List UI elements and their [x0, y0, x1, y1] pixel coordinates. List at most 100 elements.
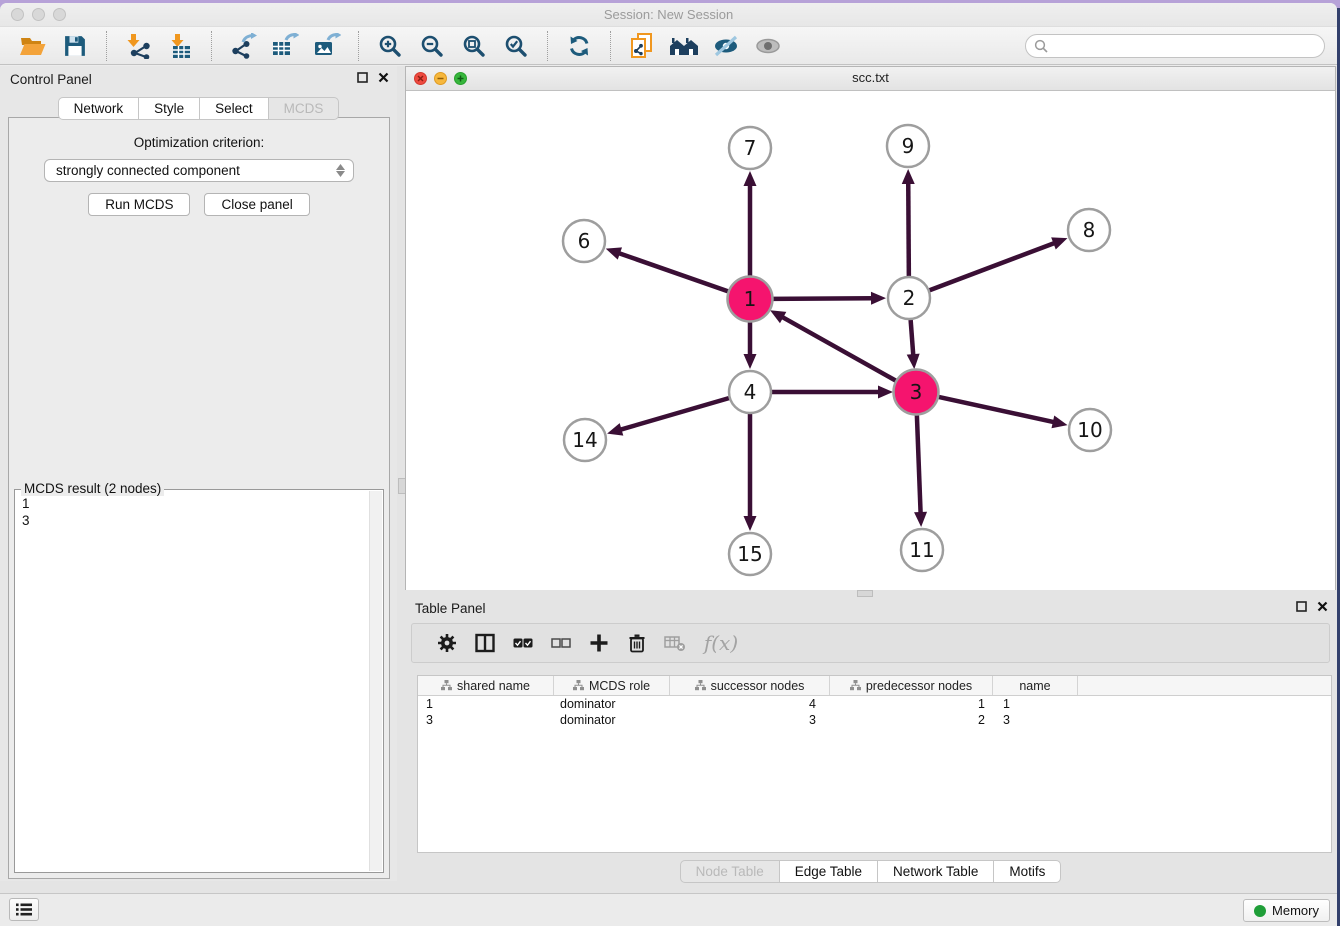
graph-edge-2-9[interactable] — [908, 182, 909, 276]
window-title: Session: New Session — [0, 3, 1337, 26]
network-close-button[interactable] — [414, 72, 427, 85]
tab-node-table[interactable]: Node Table — [680, 860, 780, 883]
import-table-button[interactable] — [159, 29, 201, 62]
graph-edge-3-1[interactable] — [781, 317, 896, 382]
tab-edge-table[interactable]: Edge Table — [779, 860, 878, 883]
columns-icon — [475, 633, 495, 653]
graph-arrowhead-1-6 — [606, 247, 622, 259]
table-toolbar: f(x) — [411, 623, 1330, 663]
control-panel-tabs: NetworkStyleSelectMCDS — [0, 97, 397, 120]
trash-icon — [627, 633, 647, 653]
control-panel-header: Control Panel — [0, 66, 397, 92]
float-table-panel-icon[interactable] — [1296, 601, 1307, 612]
memory-status-icon — [1254, 905, 1266, 917]
tab-select[interactable]: Select — [199, 97, 269, 120]
table-row[interactable]: 1dominator411 — [418, 696, 1331, 712]
minimize-window-button[interactable] — [32, 8, 45, 21]
open-session-button[interactable] — [12, 29, 54, 62]
import-network-icon — [125, 33, 151, 59]
graph-arrowhead-1-4 — [744, 354, 757, 369]
select-all-button[interactable] — [504, 627, 542, 659]
table-panel: Table Panel — [405, 595, 1336, 889]
task-history-button[interactable] — [9, 898, 39, 921]
clone-network-button[interactable] — [621, 29, 663, 62]
close-table-panel-icon[interactable] — [1317, 601, 1328, 612]
graph-arrowhead-3-11 — [914, 512, 927, 527]
mcds-result-title: MCDS result (2 nodes) — [21, 481, 164, 496]
column-header-mcds-role[interactable]: MCDS role — [554, 676, 670, 695]
float-panel-icon[interactable] — [357, 72, 368, 83]
memory-button[interactable]: Memory — [1243, 899, 1330, 922]
export-image-button[interactable] — [306, 29, 348, 62]
table-settings-button[interactable] — [428, 627, 466, 659]
graph-arrowhead-4-3 — [878, 386, 893, 399]
zoom-out-button[interactable] — [411, 29, 453, 62]
save-session-button[interactable] — [54, 29, 96, 62]
zoom-in-button[interactable] — [369, 29, 411, 62]
table-body: 1dominator4113dominator323 — [418, 696, 1331, 728]
graph-edge-1-6[interactable] — [618, 253, 729, 292]
graph-node-label-14: 14 — [572, 428, 597, 452]
network-zoom-button[interactable] — [454, 72, 467, 85]
tab-style[interactable]: Style — [138, 97, 200, 120]
graph-node-label-15: 15 — [737, 542, 762, 566]
column-type-icon — [695, 680, 706, 691]
graph-edge-3-11[interactable] — [917, 414, 921, 514]
column-header-predecessor-nodes[interactable]: predecessor nodes — [830, 676, 993, 695]
show-all-button[interactable] — [747, 29, 789, 62]
add-column-button[interactable] — [580, 627, 618, 659]
graph-edge-1-2[interactable] — [772, 298, 873, 299]
deselect-all-button[interactable] — [542, 627, 580, 659]
graph-edge-3-10[interactable] — [937, 397, 1054, 423]
delete-column-button[interactable] — [618, 627, 656, 659]
graph-arrowhead-4-14 — [607, 423, 623, 435]
control-panel: Control Panel NetworkStyleSelectMCDS Opt… — [0, 66, 397, 881]
search-input[interactable] — [1025, 34, 1325, 58]
table-cell: 1 — [993, 697, 1078, 711]
network-window-title: scc.txt — [406, 67, 1335, 89]
close-panel-button[interactable]: Close panel — [204, 193, 309, 216]
column-header-label: shared name — [457, 679, 530, 693]
tab-network-table[interactable]: Network Table — [877, 860, 994, 883]
result-scrollbar[interactable] — [369, 491, 382, 871]
zoom-window-button[interactable] — [53, 8, 66, 21]
refresh-button[interactable] — [558, 29, 600, 62]
network-minimize-button[interactable] — [434, 72, 447, 85]
column-visibility-button[interactable] — [466, 627, 504, 659]
eye-slash-icon — [713, 35, 739, 57]
mcds-result-line: 3 — [22, 512, 383, 529]
criterion-dropdown[interactable]: strongly connected component — [44, 159, 354, 182]
network-canvas[interactable]: 7968124314101511 — [406, 91, 1335, 590]
zoom-fit-button[interactable] — [453, 29, 495, 62]
delete-table-button[interactable] — [656, 627, 694, 659]
column-header-shared-name[interactable]: shared name — [418, 676, 554, 695]
graph-edge-2-8[interactable] — [930, 243, 1056, 291]
checked-boxes-icon — [513, 638, 533, 648]
export-network-button[interactable] — [222, 29, 264, 62]
column-header-successor-nodes[interactable]: successor nodes — [670, 676, 830, 695]
function-builder-button[interactable]: f(x) — [694, 627, 748, 659]
main-area: Control Panel NetworkStyleSelectMCDS Opt… — [0, 66, 1337, 893]
zoom-selected-button[interactable] — [495, 29, 537, 62]
run-mcds-button[interactable]: Run MCDS — [88, 193, 190, 216]
first-neighbors-button[interactable] — [663, 29, 705, 62]
table-row[interactable]: 3dominator323 — [418, 712, 1331, 728]
export-table-button[interactable] — [264, 29, 306, 62]
import-network-button[interactable] — [117, 29, 159, 62]
graph-edge-2-3[interactable] — [911, 320, 914, 356]
hide-selected-button[interactable] — [705, 29, 747, 62]
column-header-name[interactable]: name — [993, 676, 1078, 695]
graph-edge-4-14[interactable] — [620, 398, 729, 430]
close-window-button[interactable] — [11, 8, 24, 21]
table-cell: 3 — [993, 713, 1078, 727]
tab-network[interactable]: Network — [58, 97, 140, 120]
table-panel-header: Table Panel — [405, 595, 1336, 621]
node-table[interactable]: shared name MCDS rolesuccessor nodesprede… — [417, 675, 1332, 853]
tab-motifs[interactable]: Motifs — [993, 860, 1061, 883]
close-panel-icon[interactable] — [378, 72, 389, 83]
memory-label: Memory — [1272, 903, 1319, 918]
graph-arrowhead-1-7 — [744, 171, 757, 186]
column-header-label: name — [1019, 679, 1050, 693]
tab-mcds[interactable]: MCDS — [268, 97, 340, 120]
save-icon — [64, 35, 86, 57]
